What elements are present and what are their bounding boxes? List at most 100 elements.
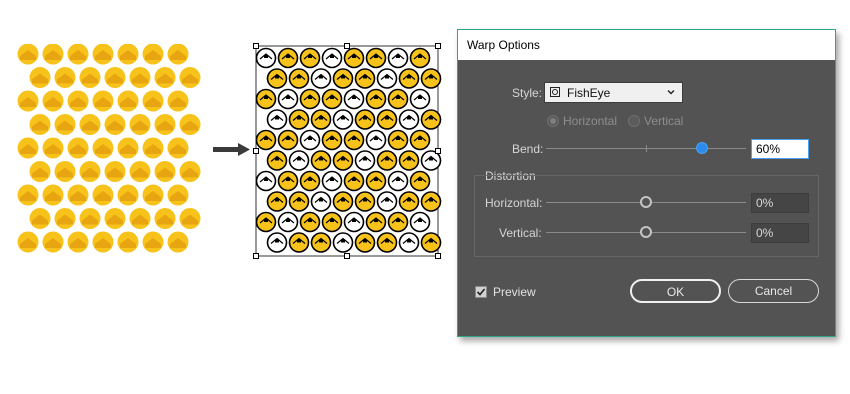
warped-scale-tile: [255, 88, 277, 110]
warped-scale-tile: [266, 109, 288, 130]
cancel-button[interactable]: Cancel: [728, 279, 819, 303]
warped-scale-tile: [310, 232, 332, 253]
selection-handle[interactable]: [344, 43, 350, 49]
scale-tile: [29, 161, 51, 182]
scale-tile: [167, 44, 189, 65]
warped-scale-tile: [299, 88, 321, 110]
selection-handle[interactable]: [253, 43, 259, 49]
selection-handle[interactable]: [344, 253, 350, 259]
distortion-group: [474, 175, 819, 257]
vertical-radio[interactable]: [628, 115, 640, 127]
warped-scale-tile: [277, 129, 299, 151]
warped-scale-tile: [321, 129, 343, 151]
scale-tile: [17, 137, 39, 159]
vertical-distortion-slider-thumb[interactable]: [640, 226, 652, 238]
scale-tile: [17, 231, 39, 253]
horizontal-distortion-label: Horizontal:: [485, 196, 543, 210]
warped-scale-tile: [277, 88, 299, 110]
warped-scale-tile: [332, 150, 354, 171]
warped-scale-tile: [398, 150, 420, 171]
warped-scale-tile: [288, 109, 310, 130]
scale-tile: [92, 231, 114, 253]
style-label: Style:: [512, 86, 543, 100]
warped-scale-tile: [387, 47, 409, 69]
warped-scale-tile: [387, 211, 409, 233]
warped-scale-tile: [321, 170, 343, 192]
warped-scale-tile: [409, 211, 431, 233]
warped-scale-tile: [343, 47, 365, 69]
warped-scale-tile: [343, 170, 365, 192]
preview-checkbox[interactable]: [475, 286, 487, 298]
horizontal-distortion-slider-thumb[interactable]: [640, 196, 652, 208]
bend-label: Bend:: [512, 142, 544, 156]
selection-handle[interactable]: [253, 148, 259, 154]
checkmark-icon: [476, 288, 486, 296]
scale-tile: [54, 161, 76, 182]
bend-value-field[interactable]: 60%: [751, 139, 809, 159]
selection-handle[interactable]: [435, 253, 441, 259]
vertical-distortion-label: Vertical:: [499, 226, 542, 240]
warped-scale-tile: [255, 47, 277, 69]
warped-scale-tile: [288, 150, 310, 171]
scale-tile: [117, 184, 139, 206]
warped-scale-tile: [420, 68, 442, 89]
horizontal-radio[interactable]: [547, 115, 559, 127]
dialog-titlebar[interactable]: Warp Options: [458, 30, 835, 60]
arrow-right-icon: [212, 140, 252, 160]
warped-scale-tile: [343, 211, 365, 233]
scale-tile: [167, 231, 189, 253]
warped-scale-tile: [332, 68, 354, 89]
scale-tile: [67, 231, 89, 253]
ok-button[interactable]: OK: [630, 279, 721, 303]
warped-scale-pattern[interactable]: [252, 42, 442, 260]
warped-scale-tile: [332, 109, 354, 130]
horizontal-distortion-value-field[interactable]: 0%: [751, 193, 809, 213]
selection-handle[interactable]: [435, 148, 441, 154]
scale-tile: [79, 208, 101, 229]
scale-tile: [92, 90, 114, 112]
scale-tile: [79, 67, 101, 88]
warped-scale-tile: [332, 191, 354, 212]
vertical-distortion-value-field[interactable]: 0%: [751, 223, 809, 243]
warped-scale-tile: [343, 129, 365, 151]
warped-scale-tile: [310, 109, 332, 130]
warp-options-dialog: Warp Options Style: FishEye Horizontal V…: [457, 29, 836, 337]
warped-scale-tile: [376, 150, 398, 171]
scale-tile: [17, 184, 39, 206]
warped-scale-tile: [299, 211, 321, 233]
scale-tile: [154, 161, 176, 182]
warped-scale-tile: [365, 88, 387, 110]
warped-scale-tile: [376, 232, 398, 253]
warped-scale-tile: [310, 68, 332, 89]
scale-tile: [179, 67, 201, 88]
warped-scale-tile: [420, 109, 442, 130]
scale-tile: [154, 208, 176, 229]
chevron-down-icon: [667, 90, 675, 95]
warped-scale-tile: [299, 170, 321, 192]
warped-scale-tile: [354, 150, 376, 171]
scale-tile: [92, 184, 114, 206]
scale-tile: [54, 67, 76, 88]
style-dropdown[interactable]: FishEye: [544, 82, 683, 103]
selection-handle[interactable]: [435, 43, 441, 49]
warped-scale-tile: [409, 129, 431, 151]
scale-tile: [104, 161, 126, 182]
warped-scale-tile: [288, 68, 310, 89]
scale-tile: [29, 208, 51, 229]
scale-tile: [167, 137, 189, 159]
horizontal-radio-label: Horizontal: [563, 114, 618, 128]
warped-scale-tile: [310, 150, 332, 171]
warped-scale-tile: [321, 88, 343, 110]
warped-scale-tile: [376, 68, 398, 89]
warped-scale-tile: [409, 88, 431, 110]
warped-scale-tile: [387, 129, 409, 151]
warped-scale-tile: [288, 232, 310, 253]
bend-slider-thumb[interactable]: [696, 142, 708, 154]
scale-tile: [104, 114, 126, 135]
warped-scale-tile: [255, 211, 277, 233]
scale-tile: [129, 208, 151, 229]
warped-scale-tile: [365, 129, 387, 151]
selection-handle[interactable]: [253, 253, 259, 259]
scale-tile: [167, 90, 189, 112]
warped-scale-tile: [277, 211, 299, 233]
